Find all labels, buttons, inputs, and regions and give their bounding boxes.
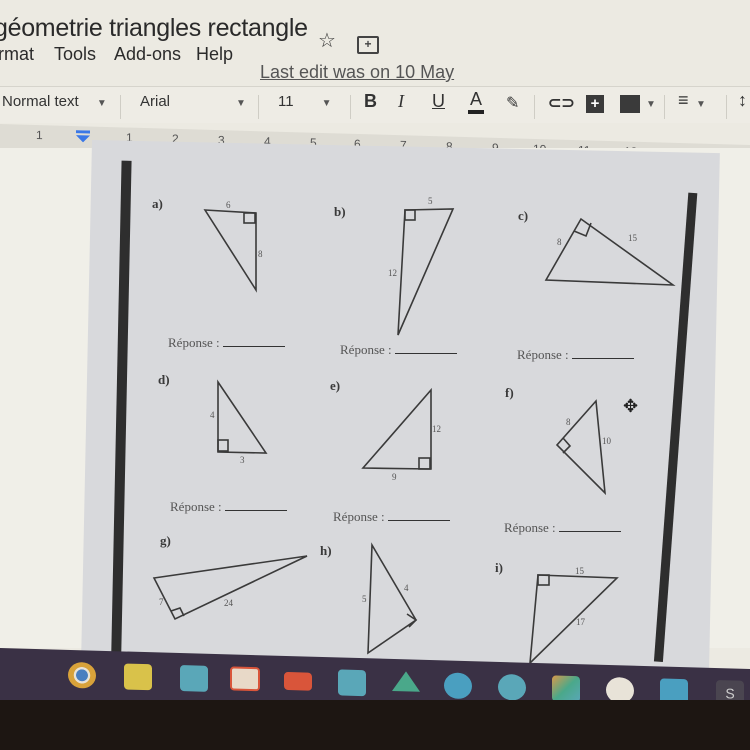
answer-field: Réponse : — [168, 335, 285, 351]
side-length: 5 — [428, 196, 433, 206]
worksheet: a) b) c) d) e) f) g) h) i) Réponse : Rép… — [0, 0, 750, 700]
side-length: 8 — [258, 249, 263, 259]
monitor-bezel — [0, 700, 750, 750]
calculator-icon[interactable] — [338, 669, 366, 697]
side-length: 15 — [575, 566, 584, 576]
problem-label: i) — [495, 560, 503, 575]
settings-icon[interactable] — [498, 673, 526, 701]
side-length: 5 — [362, 594, 367, 604]
photos-icon[interactable] — [552, 675, 580, 703]
gmail-icon[interactable] — [230, 666, 260, 692]
side-length: 9 — [392, 472, 397, 482]
answer-label: Réponse : — [168, 335, 220, 350]
answer-blank — [571, 358, 634, 359]
chrome-icon[interactable] — [68, 661, 96, 689]
right-angle-mark — [404, 209, 416, 221]
drive-icon[interactable] — [392, 670, 420, 692]
side-length: 8 — [557, 237, 562, 247]
right-angle-mark — [243, 212, 256, 224]
answer-label: Réponse : — [170, 499, 222, 514]
triangle-i — [529, 574, 619, 666]
triangle-f — [555, 399, 607, 496]
problem-label: g) — [160, 533, 171, 548]
move-cursor-icon: ✥ — [623, 396, 639, 416]
problem-label: c) — [518, 208, 529, 223]
screen: géometrie triangles rectangle ☆ + rmat T… — [0, 0, 750, 700]
right-angle-mark — [562, 437, 572, 454]
answer-field: Réponse : — [333, 509, 450, 525]
answer-blank — [222, 346, 285, 347]
side-length: 3 — [240, 455, 245, 465]
side-length: 10 — [602, 436, 611, 446]
answer-blank — [558, 531, 621, 532]
answer-blank — [394, 353, 457, 354]
side-length: 12 — [388, 268, 397, 278]
triangle-e — [361, 387, 432, 470]
right-angle-mark — [537, 574, 550, 586]
answer-label: Réponse : — [340, 342, 392, 357]
problem-label: h) — [320, 543, 332, 558]
problem-label: d) — [158, 372, 170, 387]
triangle-a — [203, 209, 257, 293]
problem-label: f) — [505, 385, 514, 400]
triangle-b — [397, 208, 455, 336]
keep-icon[interactable] — [124, 663, 152, 691]
answer-field: Réponse : — [517, 347, 634, 363]
triangle-h — [367, 542, 418, 655]
side-length: 17 — [576, 617, 585, 627]
problem-label: e) — [330, 378, 341, 393]
answer-blank — [387, 520, 450, 521]
answer-field: Réponse : — [170, 499, 287, 515]
answer-blank — [224, 510, 287, 511]
files-icon[interactable] — [444, 672, 472, 700]
side-length: 15 — [628, 233, 637, 243]
side-length: 8 — [566, 417, 571, 427]
side-length: 24 — [224, 598, 233, 608]
side-length: 4 — [404, 583, 409, 593]
right-angle-mark — [217, 439, 229, 452]
problem-label: a) — [152, 196, 163, 211]
side-length: 4 — [210, 410, 215, 420]
side-length: 12 — [432, 424, 441, 434]
answer-label: Réponse : — [504, 520, 556, 535]
answer-field: Réponse : — [340, 342, 457, 358]
answer-label: Réponse : — [333, 509, 385, 524]
youtube-icon[interactable] — [284, 671, 312, 691]
triangle-d — [217, 379, 268, 454]
answer-field: Réponse : — [504, 520, 621, 536]
side-length: 7 — [159, 597, 164, 607]
docs-icon[interactable] — [180, 665, 208, 692]
problem-label: b) — [334, 204, 346, 219]
side-length: 6 — [226, 200, 231, 210]
triangle-c — [544, 217, 676, 286]
answer-label: Réponse : — [517, 347, 569, 362]
right-angle-mark — [418, 457, 431, 470]
